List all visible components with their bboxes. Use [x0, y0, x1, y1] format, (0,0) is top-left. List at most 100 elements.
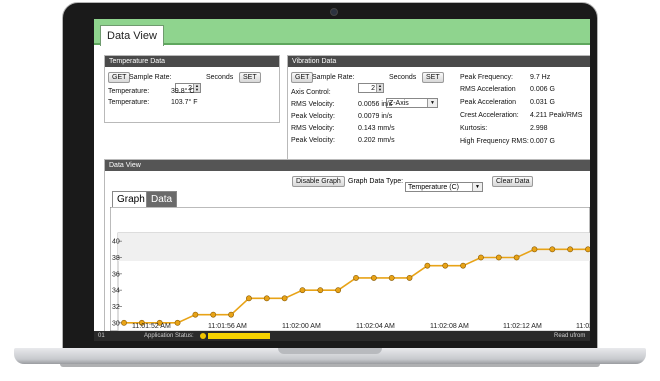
- data-point: [567, 246, 574, 253]
- metric-label: RMS Acceleration: [460, 86, 516, 93]
- vibration-row-label: Peak Velocity:: [291, 137, 335, 144]
- data-point: [263, 295, 270, 302]
- data-point: [353, 275, 359, 281]
- tab-graph[interactable]: Graph: [112, 191, 150, 208]
- temperature-f-label: Temperature:: [108, 99, 150, 106]
- y-tick-label: 38: [112, 255, 120, 262]
- laptop-notch: [278, 348, 382, 354]
- data-point: [585, 246, 590, 253]
- y-tick-label: 34: [112, 288, 120, 295]
- vibration-row-label: RMS Velocity:: [291, 125, 335, 132]
- data-point: [460, 262, 466, 269]
- temperature-chart: 30 32 34 36 38 40 11:01:52 AM 11:01:56 AM 11:02:…: [110, 207, 590, 331]
- graph-data-type-label: Graph Data Type:: [348, 178, 404, 185]
- clear-data-button[interactable]: Clear Data: [492, 176, 534, 187]
- status-progress-bar: [208, 333, 270, 339]
- temperature-get-button[interactable]: GET: [108, 72, 131, 83]
- app-screen: Data View Temperature Data GET Sample Ra…: [94, 19, 590, 341]
- status-right-text: Read ufrom: [554, 333, 586, 339]
- tab-data[interactable]: Data: [146, 191, 178, 208]
- application-status-label: Application Status:: [144, 333, 194, 339]
- spinner-icon[interactable]: ▲ ▼: [376, 84, 383, 92]
- disable-graph-button[interactable]: Disable Graph: [292, 176, 345, 187]
- metric-label: Kurtosis:: [460, 125, 488, 132]
- data-point: [495, 254, 502, 261]
- data-point: [335, 287, 342, 294]
- status-bar: 01 Application Status: Read ufrom: [94, 331, 590, 341]
- data-view-panel-title: Data View: [105, 160, 590, 171]
- x-tick-label: 11:02:04 AM: [356, 323, 395, 330]
- data-point: [174, 319, 181, 326]
- data-point: [246, 295, 252, 302]
- temperature-f-value: 103.7° F: [171, 99, 198, 106]
- x-tick-label: 11:02:08 AM: [430, 323, 469, 330]
- data-point: [210, 311, 217, 318]
- metric-value: 2.998: [530, 125, 548, 132]
- vibration-row-value: 0.0079 in/s: [358, 113, 393, 120]
- metric-value: 4.211 Peak/RMS: [530, 112, 583, 119]
- vibration-row-label: RMS Velocity:: [291, 101, 335, 108]
- data-point: [121, 319, 127, 326]
- vibration-row-value: 0.202 mm/s: [358, 137, 395, 144]
- vibration-row-value: 0.143 mm/s: [358, 125, 395, 132]
- metric-value: 0.007 G: [530, 138, 555, 145]
- metric-label: Peak Frequency:: [460, 74, 513, 81]
- data-point: [370, 275, 377, 281]
- temperature-c-value: 39.8° C: [171, 88, 195, 95]
- x-tick-label: 11:01:56 AM: [208, 323, 247, 330]
- temperature-set-button[interactable]: SET: [239, 72, 261, 83]
- vibration-row-value: 0.0056 in/s: [358, 101, 393, 108]
- vibration-get-button[interactable]: GET: [291, 72, 314, 83]
- vibration-set-button[interactable]: SET: [422, 72, 444, 83]
- status-indicator-icon: [200, 333, 206, 339]
- x-tick-label: 11:02:1: [576, 323, 590, 330]
- x-tick-label: 11:02:12 AM: [503, 323, 542, 330]
- data-point: [317, 287, 324, 294]
- y-tick-label: 30: [112, 320, 120, 327]
- axis-control-select[interactable]: Z-Axis ▼: [385, 98, 438, 108]
- y-tick-label: 40: [112, 239, 120, 246]
- webcam-icon: [330, 8, 338, 16]
- data-point: [478, 254, 484, 261]
- vibration-sample-rate-input[interactable]: 2 ▲ ▼: [358, 83, 384, 93]
- vibration-seconds-label: Seconds: [389, 74, 417, 81]
- axis-control-label: Axis Control:: [291, 89, 331, 96]
- temperature-panel-title: Temperature Data: [105, 56, 279, 67]
- metric-label: Peak Acceleration: [460, 99, 517, 106]
- data-point: [549, 246, 556, 253]
- status-left-text: 01: [98, 333, 105, 339]
- metric-label: Crest Acceleration:: [460, 112, 519, 119]
- vibration-panel-title: Vibration Data: [288, 56, 590, 67]
- tab-data-view[interactable]: Data View: [100, 25, 164, 46]
- temperature-c-label: Temperature:: [108, 88, 150, 95]
- metric-value: 9.7 Hz: [530, 74, 551, 81]
- y-tick-label: 32: [112, 304, 120, 311]
- top-bar: Data View: [94, 19, 590, 46]
- data-point: [513, 254, 520, 261]
- graph-data-type-select[interactable]: Temperature (C) ▼: [405, 182, 483, 192]
- data-point: [388, 275, 395, 281]
- data-point: [192, 311, 199, 318]
- y-tick-label: 36: [112, 271, 120, 278]
- data-point: [299, 287, 306, 294]
- vibration-sample-rate-value: 2: [371, 85, 375, 92]
- x-tick-label: 11:01:52 AM: [132, 323, 171, 330]
- metric-value: 0.006 G: [530, 86, 555, 93]
- temperature-seconds-label: Seconds: [206, 74, 234, 81]
- data-point: [531, 246, 538, 253]
- chevron-down-icon[interactable]: ▼: [472, 183, 482, 191]
- chevron-down-icon[interactable]: ▼: [426, 99, 437, 107]
- laptop-shadow: [60, 364, 600, 367]
- graph-data-type-value: Temperature (C): [408, 184, 459, 191]
- data-point: [281, 295, 288, 302]
- data-point: [424, 262, 431, 269]
- data-point: [406, 275, 413, 281]
- temperature-panel: Temperature Data GET Sample Rate: 2 ▲ ▼ Se…: [104, 55, 280, 123]
- data-point: [228, 311, 234, 318]
- vibration-panel: Vibration Data GET Sample Rate: 2 ▲ ▼ Seco…: [287, 55, 590, 169]
- temperature-sample-rate-label: Sample Rate:: [129, 74, 172, 81]
- data-point: [442, 262, 449, 269]
- vibration-row-label: Peak Velocity:: [291, 113, 335, 120]
- metric-value: 0.031 G: [530, 99, 555, 106]
- metric-label: High Frequency RMS:: [460, 138, 529, 145]
